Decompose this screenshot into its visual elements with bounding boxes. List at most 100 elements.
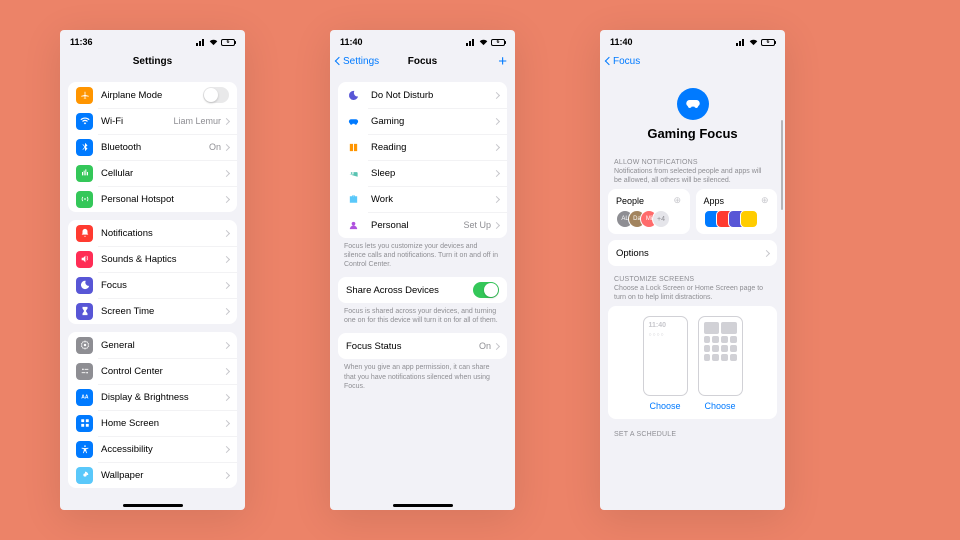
apps-icons xyxy=(704,210,772,228)
settings-row-focus[interactable]: Focus xyxy=(68,272,237,298)
chevron-right-icon xyxy=(223,471,230,478)
focus-modes-footer: Focus lets you customize your devices an… xyxy=(330,238,515,269)
battery-icon: 6 xyxy=(221,39,235,46)
hotspot-icon xyxy=(76,191,93,208)
apps-card[interactable]: Apps⊕ xyxy=(696,189,778,234)
nav-bar: Settings Focus + xyxy=(330,48,515,74)
page-title: Settings xyxy=(133,56,172,67)
settings-row-cellular[interactable]: Cellular xyxy=(68,160,237,186)
settings-row-bluetooth[interactable]: BluetoothOn xyxy=(68,134,237,160)
focus-status-footer: When you give an app permission, it can … xyxy=(330,359,515,390)
focus-hero: Gaming Focus xyxy=(600,74,785,149)
status-bar: 11:40 6 xyxy=(330,30,515,48)
settings-row-display-brightness[interactable]: AADisplay & Brightness xyxy=(68,384,237,410)
battery-icon: 6 xyxy=(761,39,775,46)
choose-homescreen-button[interactable]: Choose xyxy=(704,401,735,411)
person-icon xyxy=(346,217,361,234)
wifi-status-icon xyxy=(479,39,488,46)
status-time: 11:36 xyxy=(70,37,93,47)
chevron-right-icon xyxy=(223,445,230,452)
chevron-right-icon xyxy=(493,195,500,202)
back-button[interactable]: Settings xyxy=(336,56,379,67)
chevron-right-icon xyxy=(223,367,230,374)
settings-row-screen-time[interactable]: Screen Time xyxy=(68,298,237,324)
screentime-icon xyxy=(76,303,93,320)
options-row[interactable]: Options xyxy=(608,240,777,266)
options-group: Options xyxy=(608,240,777,266)
controlcenter-icon xyxy=(76,363,93,380)
share-footer: Focus is shared across your devices, and… xyxy=(330,303,515,325)
settings-row-wi-fi[interactable]: Wi-FiLiam Lemur xyxy=(68,108,237,134)
settings-row-general[interactable]: General xyxy=(68,332,237,358)
cellular-signal-icon xyxy=(736,39,746,46)
share-across-devices-row[interactable]: Share Across Devices xyxy=(338,277,507,303)
toggle[interactable] xyxy=(203,87,229,103)
wallpaper-icon xyxy=(76,467,93,484)
homescreen-preview[interactable] xyxy=(698,316,743,396)
chevron-right-icon xyxy=(223,169,230,176)
back-button[interactable]: Focus xyxy=(606,56,640,67)
chevron-right-icon xyxy=(223,229,230,236)
settings-row-gaming[interactable]: Gaming xyxy=(338,108,507,134)
svg-text:AA: AA xyxy=(81,395,89,401)
chevron-right-icon xyxy=(223,117,230,124)
chevron-right-icon xyxy=(493,343,500,350)
wifi-status-icon xyxy=(209,39,218,46)
status-time: 11:40 xyxy=(340,37,363,47)
share-group: Share Across Devices xyxy=(338,277,507,303)
share-toggle[interactable] xyxy=(473,282,499,298)
allow-notifications-subtitle: Notifications from selected people and a… xyxy=(600,166,785,185)
briefcase-icon xyxy=(346,191,361,208)
phone-settings: 11:36 6 Settings Airplane ModeWi-FiLiam … xyxy=(60,30,245,510)
chevron-left-icon xyxy=(605,57,613,65)
chevron-right-icon xyxy=(223,341,230,348)
focus-title: Gaming Focus xyxy=(647,126,737,141)
settings-row-wallpaper[interactable]: Wallpaper xyxy=(68,462,237,488)
customize-screens-card: 11:40 ○○○○ Choose Choose xyxy=(608,306,777,419)
settings-row-notifications[interactable]: Notifications xyxy=(68,220,237,246)
settings-row-airplane-mode[interactable]: Airplane Mode xyxy=(68,82,237,108)
bluetooth-icon xyxy=(76,139,93,156)
add-button[interactable]: + xyxy=(498,54,507,69)
nav-bar: Settings xyxy=(60,48,245,74)
lockscreen-preview[interactable]: 11:40 ○○○○ xyxy=(643,316,688,396)
people-avatars: AL Da Mi +4 xyxy=(616,210,684,228)
home-indicator[interactable] xyxy=(393,504,453,507)
settings-group-connectivity: Airplane ModeWi-FiLiam LemurBluetoothOnC… xyxy=(68,82,237,212)
gamectrl-icon xyxy=(677,88,709,120)
notifications-icon xyxy=(76,225,93,242)
cellular-icon xyxy=(76,165,93,182)
wifi-status-icon xyxy=(749,39,758,46)
settings-row-personal-hotspot[interactable]: Personal Hotspot xyxy=(68,186,237,212)
airplane-icon xyxy=(76,87,93,104)
allow-notifications-header: ALLOW NOTIFICATIONS xyxy=(600,149,785,166)
chevron-right-icon xyxy=(493,91,500,98)
chevron-right-icon xyxy=(223,195,230,202)
settings-row-home-screen[interactable]: Home Screen xyxy=(68,410,237,436)
settings-row-work[interactable]: Work xyxy=(338,186,507,212)
settings-row-do-not-disturb[interactable]: Do Not Disturb xyxy=(338,82,507,108)
chevron-left-icon xyxy=(335,57,343,65)
chevron-right-icon xyxy=(223,419,230,426)
settings-row-personal[interactable]: PersonalSet Up xyxy=(338,212,507,238)
chevron-right-icon xyxy=(493,169,500,176)
settings-row-accessibility[interactable]: Accessibility xyxy=(68,436,237,462)
moon-icon xyxy=(346,87,361,104)
phone-focus-list: 11:40 6 Settings Focus + Do Not DisturbG… xyxy=(330,30,515,510)
choose-lockscreen-button[interactable]: Choose xyxy=(649,401,680,411)
sounds-icon xyxy=(76,251,93,268)
settings-row-sleep[interactable]: Sleep xyxy=(338,160,507,186)
battery-icon: 6 xyxy=(491,39,505,46)
settings-row-reading[interactable]: Reading xyxy=(338,134,507,160)
settings-row-control-center[interactable]: Control Center xyxy=(68,358,237,384)
chevron-right-icon xyxy=(223,255,230,262)
scroll-indicator xyxy=(781,120,783,210)
settings-row-sounds-haptics[interactable]: Sounds & Haptics xyxy=(68,246,237,272)
chevron-right-icon xyxy=(223,281,230,288)
nav-bar: Focus xyxy=(600,48,785,74)
status-bar: 11:36 6 xyxy=(60,30,245,48)
focus-status-row[interactable]: Focus Status On xyxy=(338,333,507,359)
chevron-right-icon xyxy=(493,143,500,150)
home-indicator[interactable] xyxy=(123,504,183,507)
people-card[interactable]: People⊕ AL Da Mi +4 xyxy=(608,189,690,234)
